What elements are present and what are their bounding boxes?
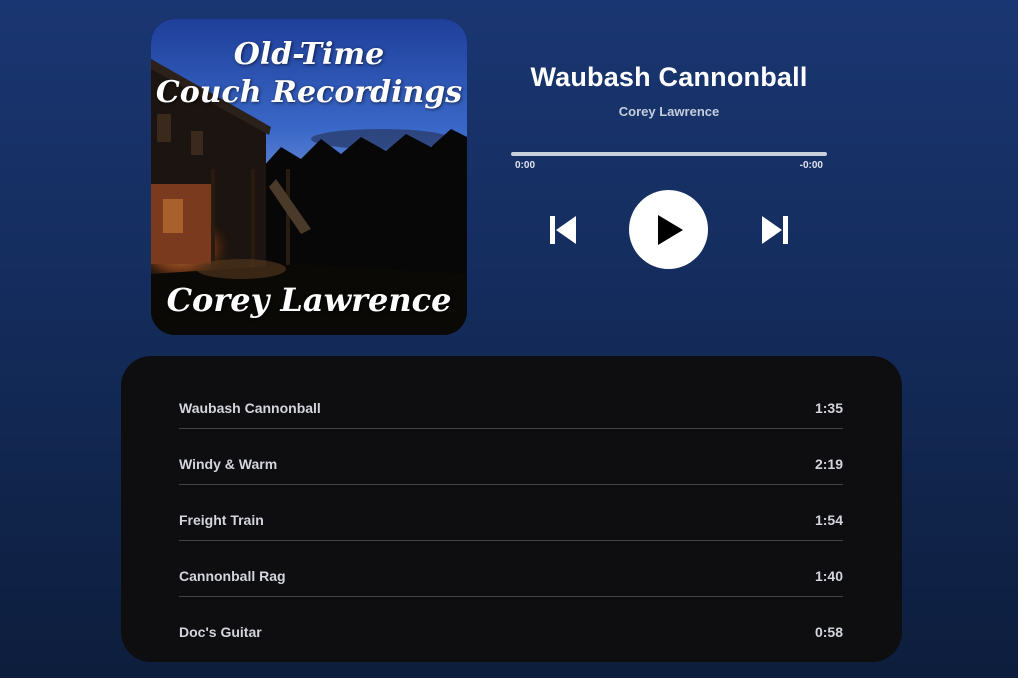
- playback-controls: [511, 190, 827, 270]
- album-cover-title-line1: Old-Time: [233, 37, 385, 72]
- track-row[interactable]: Waubash Cannonball 1:35: [179, 372, 843, 429]
- tracklist-panel: Waubash Cannonball 1:35 Windy & Warm 2:1…: [121, 356, 902, 662]
- album-cover-title-line2: Couch Recordings: [155, 75, 463, 110]
- album-cover: Old-Time Couch Recordings Corey Lawrence: [151, 19, 467, 335]
- remaining-time: -0:00: [799, 160, 823, 171]
- track-duration: 1:40: [814, 568, 843, 584]
- track-duration: 1:35: [814, 400, 843, 416]
- track-row[interactable]: Freight Train 1:54: [179, 484, 843, 541]
- track-name: Windy & Warm: [179, 456, 278, 472]
- track-name: Doc's Guitar: [179, 624, 262, 640]
- now-playing-title: Waubash Cannonball: [530, 62, 808, 92]
- skip-next-icon: [762, 216, 788, 244]
- now-playing-artist: Corey Lawrence: [618, 104, 720, 119]
- track-duration: 1:54: [814, 512, 843, 528]
- track-row[interactable]: Doc's Guitar 0:58: [179, 596, 843, 652]
- now-playing-panel: Waubash Cannonball Corey Lawrence 0:00 -…: [511, 62, 827, 269]
- track-name: Cannonball Rag: [179, 568, 286, 584]
- next-track-button[interactable]: [761, 215, 789, 245]
- previous-track-button[interactable]: [549, 215, 577, 245]
- track-name: Waubash Cannonball: [179, 400, 321, 416]
- play-button[interactable]: [629, 190, 708, 269]
- skip-previous-icon: [550, 216, 576, 244]
- track-duration: 0:58: [814, 624, 843, 640]
- track-name: Freight Train: [179, 512, 264, 528]
- track-row[interactable]: Cannonball Rag 1:40: [179, 540, 843, 597]
- track-row[interactable]: Windy & Warm 2:19: [179, 428, 843, 485]
- progress-bar[interactable]: [511, 152, 827, 156]
- play-icon: [658, 215, 683, 245]
- elapsed-time: 0:00: [515, 160, 536, 171]
- album-cover-artist: Corey Lawrence: [166, 281, 452, 319]
- track-duration: 2:19: [814, 456, 843, 472]
